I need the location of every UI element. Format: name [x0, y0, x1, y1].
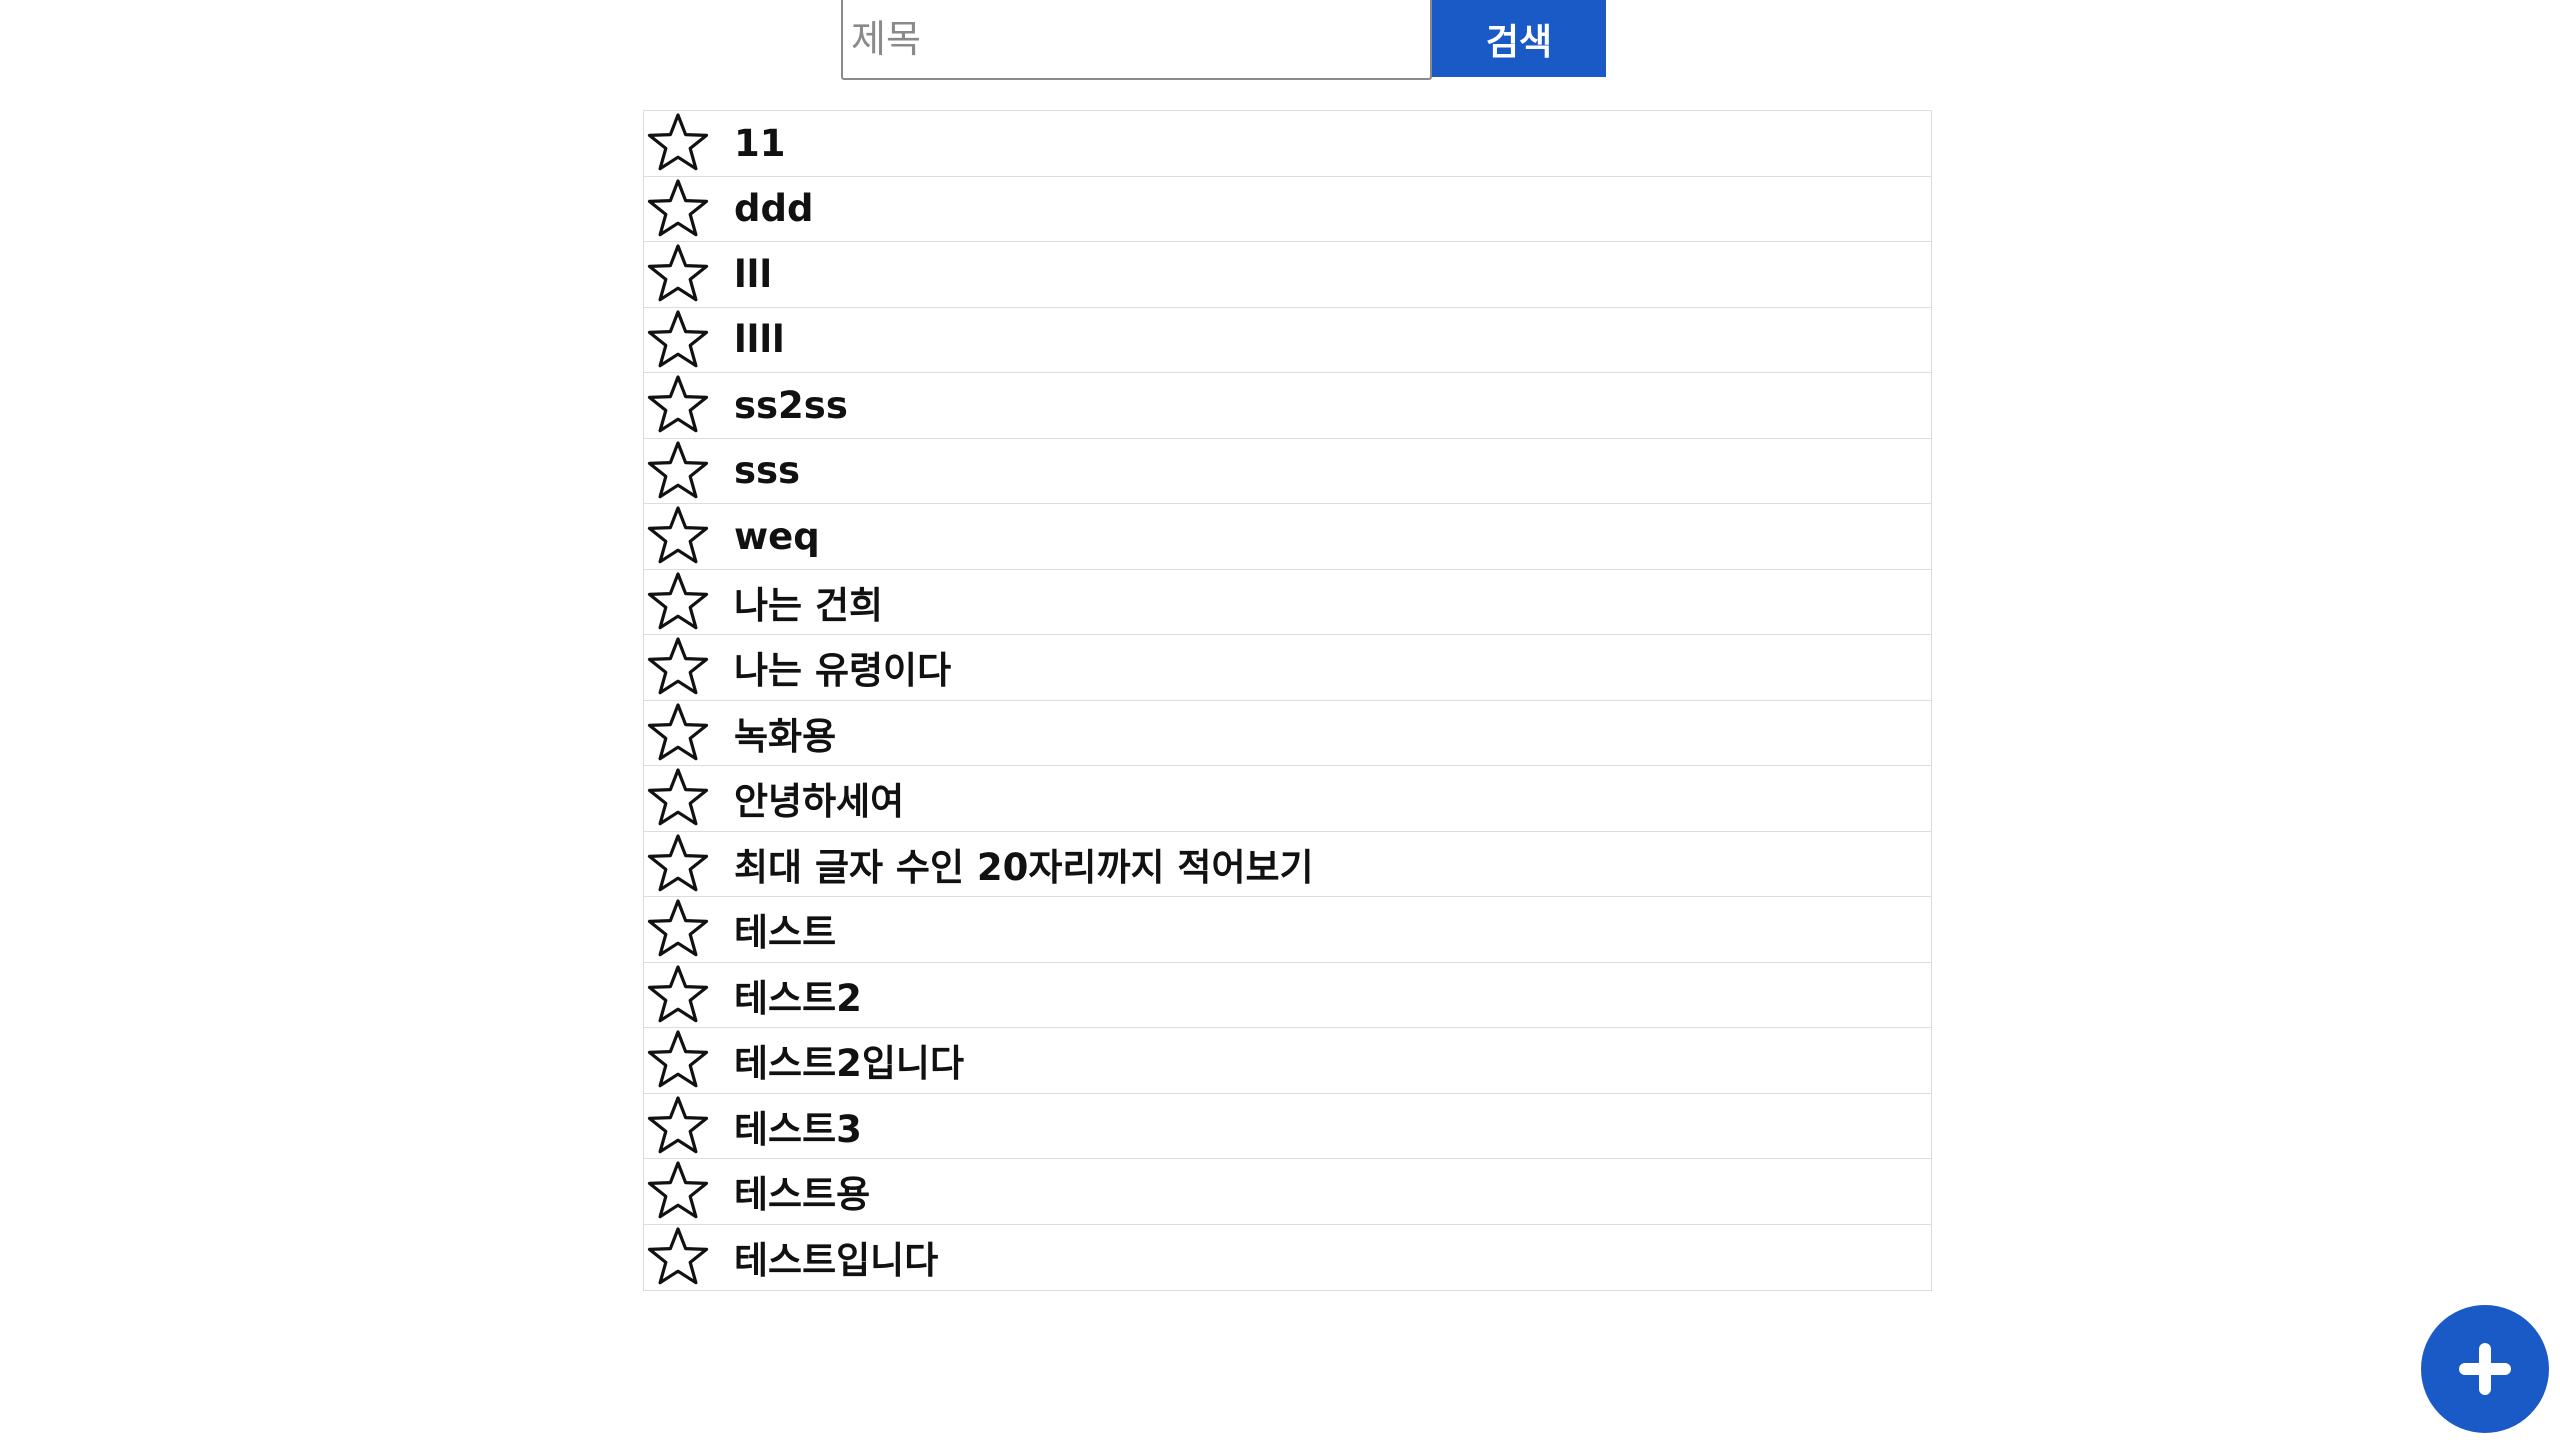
list-item[interactable]: 녹화용 [644, 700, 1931, 766]
list-item[interactable]: weq [644, 504, 1931, 570]
star-outline-icon[interactable] [644, 896, 712, 962]
star-outline-icon[interactable] [644, 241, 712, 307]
list-item-title[interactable]: 11 [734, 122, 786, 165]
list-item-title[interactable]: 안녕하세여 [734, 771, 904, 825]
star-outline-icon[interactable] [644, 176, 712, 242]
list-item[interactable]: 11 [644, 111, 1931, 177]
star-outline-icon[interactable] [644, 438, 712, 504]
star-outline-icon[interactable] [644, 307, 712, 373]
list-item-title[interactable]: 테스트2입니다 [734, 1033, 964, 1087]
list-item-title[interactable]: 테스트용 [734, 1164, 870, 1218]
list-item[interactable]: 테스트2입니다 [644, 1028, 1931, 1094]
list-item-title[interactable]: ss2ss [734, 384, 848, 427]
star-outline-icon[interactable] [644, 634, 712, 700]
list-item[interactable]: 테스트용 [644, 1159, 1931, 1225]
star-outline-icon[interactable] [644, 765, 712, 831]
list-item-title[interactable]: lll [734, 253, 772, 296]
list-item[interactable]: 테스트입니다 [644, 1225, 1931, 1291]
list-item-title[interactable]: 테스트2 [734, 968, 862, 1022]
list-item-title[interactable]: sss [734, 449, 800, 492]
list-item[interactable]: 테스트2 [644, 962, 1931, 1028]
list-item[interactable]: 안녕하세여 [644, 766, 1931, 832]
list-item-title[interactable]: ddd [734, 187, 813, 230]
list-item-title[interactable]: 테스트입니다 [734, 1230, 938, 1284]
star-outline-icon[interactable] [644, 1027, 712, 1093]
list-item[interactable]: ddd [644, 176, 1931, 242]
star-outline-icon[interactable] [644, 831, 712, 897]
list-item-title[interactable]: weq [734, 515, 820, 558]
list-item-title[interactable]: 녹화용 [734, 706, 836, 760]
star-outline-icon[interactable] [644, 372, 712, 438]
star-outline-icon[interactable] [644, 503, 712, 569]
list-item[interactable]: lll [644, 242, 1931, 308]
add-button[interactable] [2421, 1305, 2549, 1433]
star-outline-icon[interactable] [644, 962, 712, 1028]
title-list: 11 ddd lll llll ss2ss sss weq 나는 건희 나는 유령이다 녹화용 안녕… [643, 110, 1932, 1291]
list-item[interactable]: ss2ss [644, 373, 1931, 439]
star-outline-icon[interactable] [644, 700, 712, 766]
search-bar: 검색 [841, 0, 1606, 80]
list-item[interactable]: 테스트 [644, 897, 1931, 963]
star-outline-icon[interactable] [644, 1158, 712, 1224]
list-item[interactable]: 테스트3 [644, 1093, 1931, 1159]
list-item-title[interactable]: llll [734, 318, 785, 361]
search-button[interactable]: 검색 [1432, 0, 1606, 77]
list-item[interactable]: sss [644, 438, 1931, 504]
list-item-title[interactable]: 테스트3 [734, 1099, 862, 1153]
list-item-title[interactable]: 나는 유령이다 [734, 640, 951, 694]
list-item[interactable]: 나는 건희 [644, 569, 1931, 635]
list-item-title[interactable]: 테스트 [734, 902, 836, 956]
list-item[interactable]: 나는 유령이다 [644, 635, 1931, 701]
star-outline-icon[interactable] [644, 1093, 712, 1159]
list-item-title[interactable]: 최대 글자 수인 20자리까지 적어보기 [734, 837, 1314, 891]
star-outline-icon[interactable] [644, 110, 712, 176]
search-input[interactable] [841, 0, 1432, 80]
list-item-title[interactable]: 나는 건희 [734, 575, 883, 629]
list-item[interactable]: 최대 글자 수인 20자리까지 적어보기 [644, 831, 1931, 897]
star-outline-icon[interactable] [644, 569, 712, 635]
list-item[interactable]: llll [644, 307, 1931, 373]
star-outline-icon[interactable] [644, 1224, 712, 1290]
plus-icon [2459, 1343, 2511, 1395]
